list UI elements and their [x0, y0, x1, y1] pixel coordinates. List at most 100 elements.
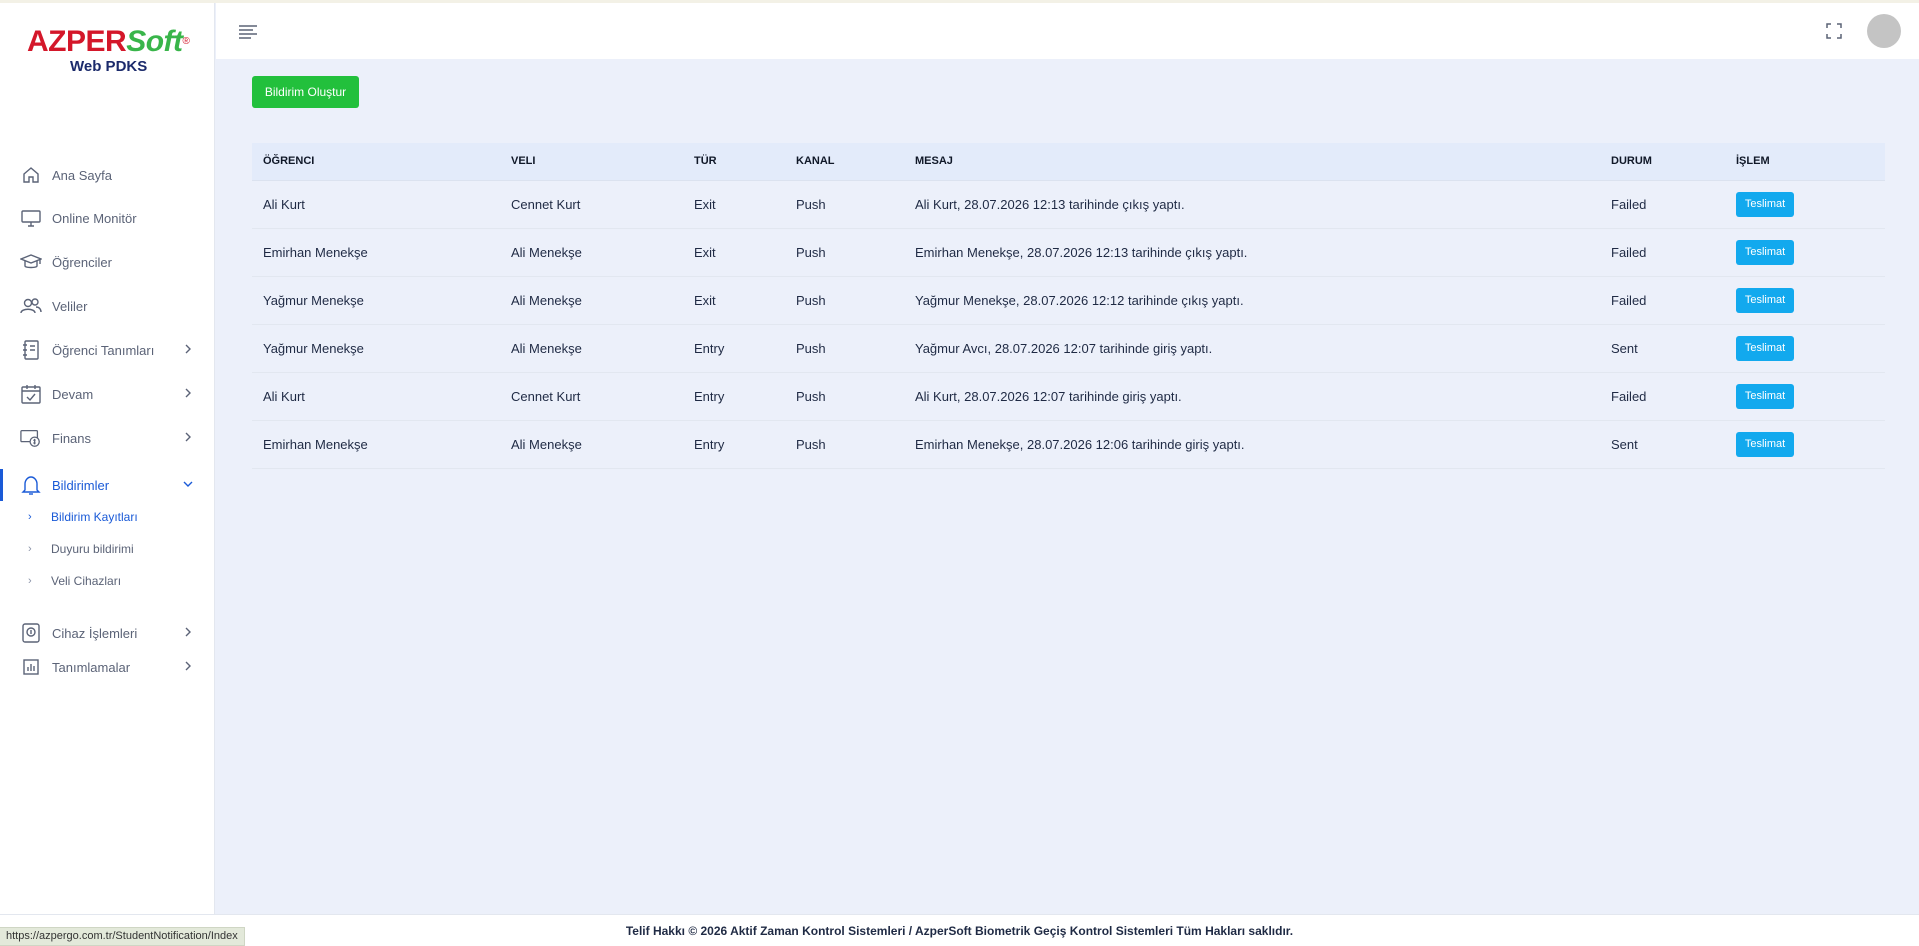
calendar-check-icon [20, 383, 42, 405]
delivery-button[interactable]: Teslimat [1736, 287, 1794, 313]
sidebar-item-label: Cihaz İşlemleri [52, 625, 138, 641]
sidebar-subitem-label: Bildirim Kayıtları [51, 510, 138, 524]
home-icon [20, 164, 42, 186]
fullscreen-icon[interactable] [1825, 22, 1843, 40]
sidebar-item-label: Ana Sayfa [52, 167, 112, 183]
cell-parent: Ali Menekşe [500, 276, 683, 325]
cell-channel: Push [785, 276, 904, 325]
delivery-button[interactable]: Teslimat [1736, 191, 1794, 217]
table-header-row: ÖĞRENCI VELI TÜR KANAL MESAJ DURUM İŞLEM [252, 143, 1885, 181]
cell-message: Emirhan Menekşe, 28.07.2026 12:13 tarihi… [904, 228, 1600, 277]
cell-student: Ali Kurt [252, 372, 500, 421]
delivery-button[interactable]: Teslimat [1736, 431, 1794, 457]
sidebar-item-label: Bildirimler [52, 477, 110, 493]
logo-subtitle: Web PDKS [70, 58, 148, 75]
sidebar-item-label: Öğrenciler [52, 254, 112, 270]
sidebar-item-finans[interactable]: Finans [0, 422, 215, 454]
table-row: Emirhan Menekşe Ali Menekşe Entry Push E… [252, 420, 1885, 469]
sidebar-item-label: Devam [52, 386, 94, 402]
chevron-right-icon [185, 432, 191, 442]
sidebar-item-ana-sayfa[interactable]: Ana Sayfa [0, 159, 215, 191]
cell-action: Teslimat [1725, 276, 1885, 325]
sidebar-subitem-label: Veli Cihazları [51, 574, 122, 588]
sidebar-item-ogrenciler[interactable]: Öğrenciler [0, 246, 215, 278]
cell-type: Entry [683, 420, 785, 469]
sidebar-subitem-duyuru-bildirimi[interactable]: › Duyuru bildirimi [0, 537, 215, 561]
column-header-type[interactable]: TÜR [683, 143, 785, 181]
table-row: Ali Kurt Cennet Kurt Entry Push Ali Kurt… [252, 372, 1885, 421]
delivery-button[interactable]: Teslimat [1736, 239, 1794, 265]
table-row: Yağmur Menekşe Ali Menekşe Exit Push Yağ… [252, 276, 1885, 325]
logo[interactable]: AZPERSoft® Web PDKS [27, 25, 197, 85]
sidebar-item-label: Online Monitör [52, 210, 137, 226]
column-header-action: İŞLEM [1725, 143, 1885, 181]
sidebar-item-cihaz-islemleri[interactable]: Cihaz İşlemleri [0, 617, 215, 649]
cell-action: Teslimat [1725, 180, 1885, 229]
column-header-parent[interactable]: VELI [500, 143, 683, 181]
money-icon [20, 427, 42, 449]
cell-status: Failed [1600, 276, 1725, 325]
cell-student: Emirhan Menekşe [252, 228, 500, 277]
cell-message: Yağmur Menekşe, 28.07.2026 12:12 tarihin… [904, 276, 1600, 325]
column-header-student[interactable]: ÖĞRENCI [252, 143, 500, 181]
device-icon [20, 622, 42, 644]
cell-parent: Cennet Kurt [500, 180, 683, 229]
copyright-text: Telif Hakkı © 2026 Aktif Zaman Kontrol S… [625, 924, 1294, 938]
top-bar [216, 3, 1919, 59]
cell-type: Exit [683, 276, 785, 325]
cell-type: Entry [683, 324, 785, 373]
cell-action: Teslimat [1725, 372, 1885, 421]
cell-message: Ali Kurt, 28.07.2026 12:07 tarihinde gir… [904, 372, 1600, 421]
cell-status: Failed [1600, 228, 1725, 277]
sidebar-item-tanimlamalar[interactable]: Tanımlamalar [0, 651, 215, 683]
sidebar-item-label: Veliler [52, 298, 88, 314]
sidebar-item-bildirimler[interactable]: Bildirimler [0, 469, 215, 501]
browser-status-url: https://azpergo.com.tr/StudentNotificati… [0, 927, 245, 946]
graduation-cap-icon [20, 251, 42, 273]
delivery-button[interactable]: Teslimat [1736, 383, 1794, 409]
delivery-button[interactable]: Teslimat [1736, 335, 1794, 361]
cell-message: Ali Kurt, 28.07.2026 12:13 tarihinde çık… [904, 180, 1600, 229]
cell-message: Emirhan Menekşe, 28.07.2026 12:06 tarihi… [904, 420, 1600, 469]
sidebar-item-label: Öğrenci Tanımları [52, 342, 155, 358]
chevron-down-icon [183, 481, 193, 487]
bell-icon [20, 474, 42, 496]
users-icon [20, 295, 42, 317]
sidebar-item-devam[interactable]: Devam [0, 378, 215, 410]
chevron-right-icon [185, 388, 191, 398]
cell-channel: Push [785, 228, 904, 277]
sidebar-item-label: Tanımlamalar [52, 659, 131, 675]
cell-action: Teslimat [1725, 420, 1885, 469]
cell-student: Emirhan Menekşe [252, 420, 500, 469]
monitor-icon [20, 207, 42, 229]
notebook-icon [20, 339, 42, 361]
chevron-right-icon: › [28, 575, 32, 587]
logo-wordmark: AZPERSoft® [27, 25, 190, 58]
sidebar-subitem-bildirim-kayitlari[interactable]: › Bildirim Kayıtları [0, 505, 215, 529]
cell-channel: Push [785, 324, 904, 373]
sidebar-item-veliler[interactable]: Veliler [0, 290, 215, 322]
sidebar-subitem-veli-cihazlari[interactable]: › Veli Cihazları [0, 569, 215, 593]
menu-toggle-icon[interactable] [238, 22, 258, 40]
column-header-channel[interactable]: KANAL [785, 143, 904, 181]
column-header-message[interactable]: MESAJ [904, 143, 1600, 181]
create-notification-button[interactable]: Bildirim Oluştur [252, 76, 359, 108]
sidebar-item-online-monitor[interactable]: Online Monitör [0, 202, 215, 234]
table-row: Yağmur Menekşe Ali Menekşe Entry Push Ya… [252, 324, 1885, 373]
cell-status: Sent [1600, 420, 1725, 469]
chevron-right-icon [185, 627, 191, 637]
table-row: Ali Kurt Cennet Kurt Exit Push Ali Kurt,… [252, 180, 1885, 229]
column-header-status[interactable]: DURUM [1600, 143, 1725, 181]
cell-message: Yağmur Avcı, 28.07.2026 12:07 tarihinde … [904, 324, 1600, 373]
cell-student: Yağmur Menekşe [252, 324, 500, 373]
chevron-right-icon [185, 661, 191, 671]
cell-status: Sent [1600, 324, 1725, 373]
footer: Telif Hakkı © 2026 Aktif Zaman Kontrol S… [0, 914, 1919, 946]
table-row: Emirhan Menekşe Ali Menekşe Exit Push Em… [252, 228, 1885, 277]
chevron-right-icon [185, 344, 191, 354]
avatar[interactable] [1867, 14, 1901, 48]
cell-student: Yağmur Menekşe [252, 276, 500, 325]
notifications-table: ÖĞRENCI VELI TÜR KANAL MESAJ DURUM İŞLEM… [252, 143, 1885, 469]
cell-student: Ali Kurt [252, 180, 500, 229]
sidebar-item-ogrenci-tanimlari[interactable]: Öğrenci Tanımları [0, 334, 215, 366]
